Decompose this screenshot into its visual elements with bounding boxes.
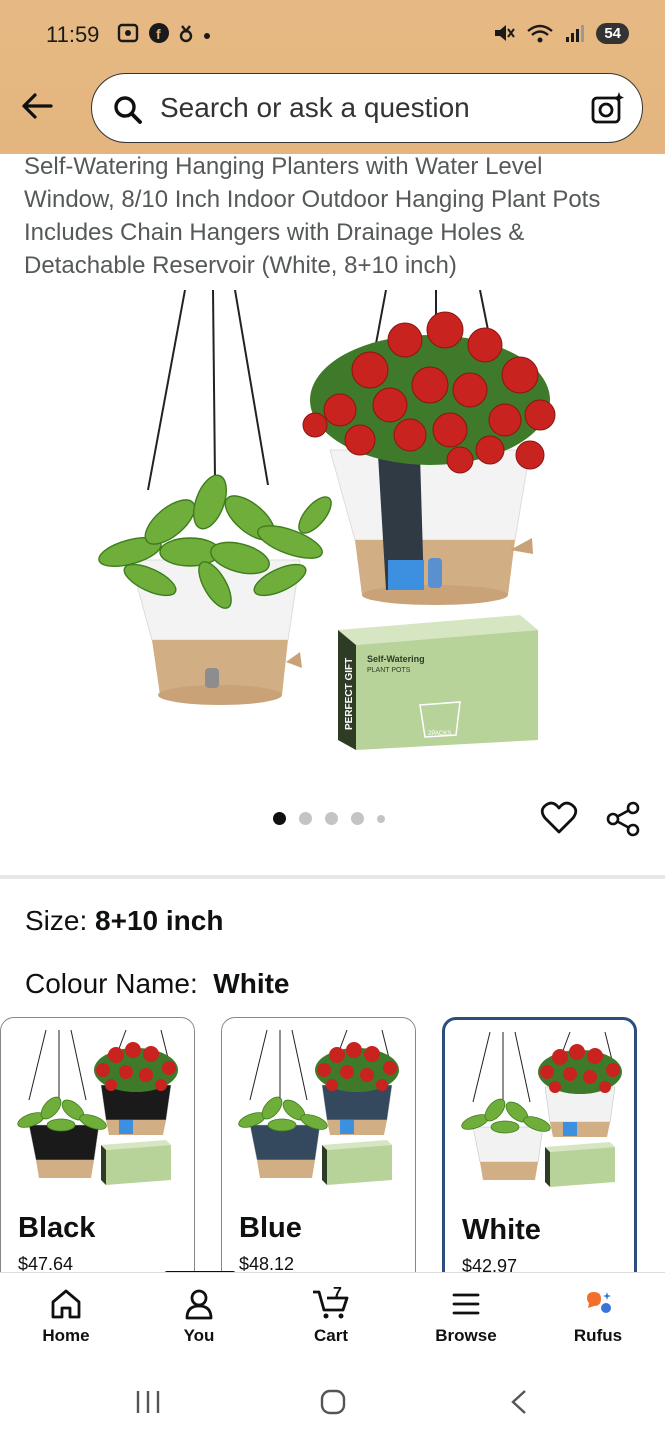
variant-image: [238, 1030, 399, 1185]
gift-box-icon: PERFECT GIFT Self-Watering PLANT POTS 2P…: [338, 615, 538, 750]
product-image[interactable]: PERFECT GIFT Self-Watering PLANT POTS 2P…: [90, 290, 580, 770]
camera-search-icon[interactable]: [590, 90, 626, 126]
variant-name: White: [462, 1214, 541, 1246]
red-flowers-icon: [302, 311, 556, 474]
cart-count-badge: 7: [333, 1285, 342, 1302]
variant-image: [461, 1032, 622, 1187]
screenshot-icon: [117, 23, 139, 43]
recent-apps-icon[interactable]: [134, 1388, 162, 1416]
colour-label: Colour Name:: [25, 968, 198, 999]
size-label: Size:: [25, 905, 88, 936]
nav-home-label: Home: [42, 1326, 90, 1345]
mute-icon: [495, 25, 516, 41]
box-side-text: PERFECT GIFT: [344, 658, 355, 730]
search-bar[interactable]: Search or ask a question: [91, 73, 643, 143]
colour-row: Colour Name: White: [25, 968, 290, 1000]
nav-cart[interactable]: Cart: [286, 1288, 376, 1346]
rufus-icon: [587, 1292, 611, 1313]
search-icon: [114, 96, 142, 124]
carousel-dot[interactable]: [299, 812, 312, 825]
carousel-dot[interactable]: [325, 812, 338, 825]
signal-icon: [566, 25, 585, 42]
system-navigation-bar: [0, 1362, 665, 1440]
variant-image: [17, 1030, 178, 1185]
image-carousel-indicator[interactable]: [273, 812, 385, 825]
green-plant-icon: [98, 474, 332, 609]
notification-icons: f: [116, 22, 212, 44]
home-button-icon[interactable]: [319, 1388, 347, 1416]
box-title-text: Self-Watering: [367, 654, 425, 664]
system-status-icons: 54: [492, 22, 629, 44]
svg-text:f: f: [156, 26, 161, 42]
status-bar: 11:59 f 54: [0, 0, 665, 72]
section-divider: [0, 875, 665, 879]
wishlist-heart-icon[interactable]: [540, 800, 578, 836]
colour-value: White: [213, 968, 290, 999]
nav-you[interactable]: You: [154, 1288, 244, 1346]
box-sub-text: PLANT POTS: [367, 667, 411, 674]
nav-browse-label: Browse: [435, 1326, 497, 1345]
carousel-dot[interactable]: [351, 812, 364, 825]
variant-name: Black: [18, 1212, 96, 1244]
carousel-dot[interactable]: [273, 812, 286, 825]
share-icon[interactable]: [604, 800, 642, 838]
home-icon: [51, 1289, 81, 1319]
variant-card[interactable]: Blue $48.12: [221, 1017, 416, 1287]
user-icon: [185, 1289, 213, 1320]
menu-icon: [452, 1293, 480, 1315]
status-time: 11:59: [46, 22, 100, 47]
size-value: 8+10 inch: [95, 905, 224, 936]
variant-card[interactable]: Black $47.64: [0, 1017, 195, 1287]
nav-rufus-label: Rufus: [573, 1326, 623, 1345]
wifi-icon: [527, 24, 554, 43]
search-input[interactable]: Search or ask a question: [160, 92, 470, 124]
nav-rufus[interactable]: Rufus: [553, 1288, 643, 1346]
back-arrow-icon[interactable]: [18, 86, 58, 126]
nav-browse[interactable]: Browse: [421, 1288, 511, 1346]
cart-icon: [313, 1290, 349, 1319]
nav-home[interactable]: Home: [21, 1288, 111, 1346]
carousel-dot[interactable]: [377, 814, 385, 823]
variant-card[interactable]: White $42.97: [442, 1017, 637, 1287]
nav-you-label: You: [183, 1326, 215, 1345]
dot-icon: [204, 33, 210, 39]
battery-indicator: 54: [596, 22, 629, 44]
app-notification-icon: [179, 25, 193, 43]
variant-name: Blue: [239, 1212, 302, 1244]
size-row: Size: 8+10 inch: [25, 905, 223, 937]
product-title: Self-Watering Hanging Planters with Wate…: [24, 153, 601, 279]
nav-cart-label: Cart: [313, 1326, 348, 1345]
app-header: 11:59 f 54 Search or ask a question: [0, 0, 665, 154]
box-pack-text: 2PACKS: [428, 731, 451, 737]
back-button-icon[interactable]: [505, 1388, 533, 1416]
facebook-icon: f: [149, 23, 169, 43]
